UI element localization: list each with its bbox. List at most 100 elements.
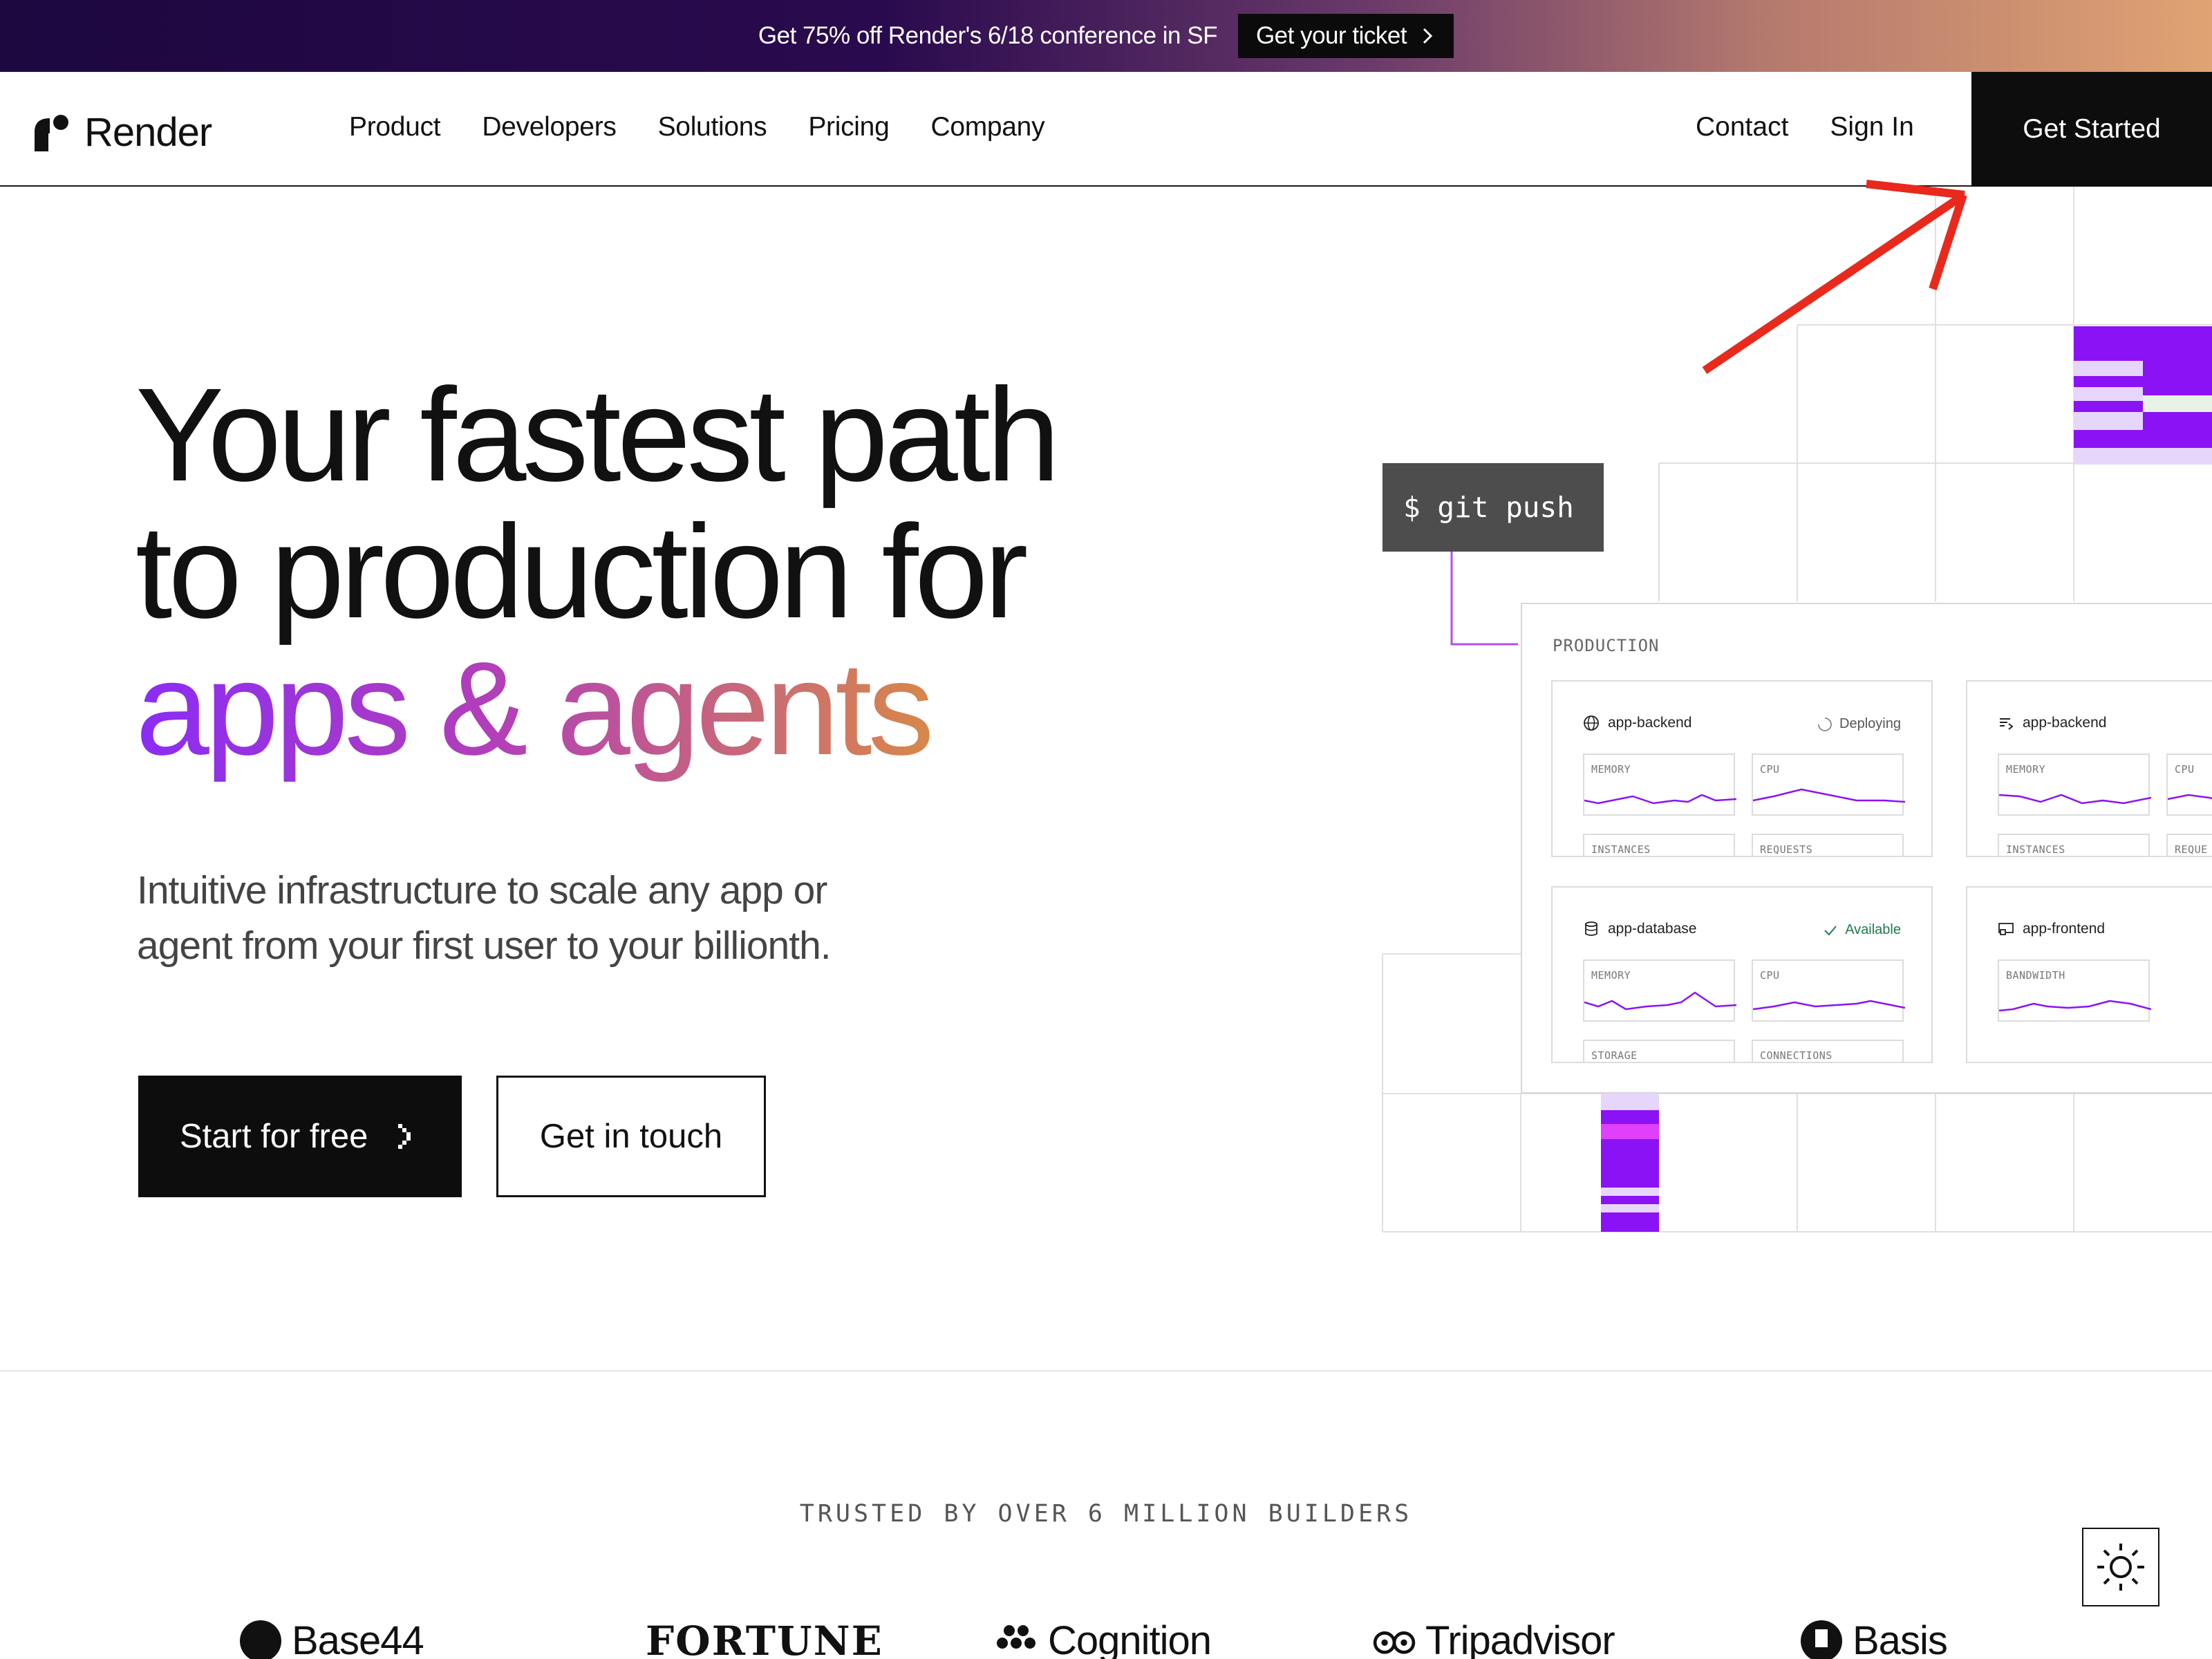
metric-label: INSTANCES: [1591, 843, 1651, 856]
chevron-right-icon: [1423, 28, 1433, 44]
deploying-status: Deploying: [1817, 716, 1901, 732]
metric-memory: MEMORY: [1583, 753, 1736, 816]
sign-in-link[interactable]: Sign In: [1830, 112, 1913, 142]
service-card[interactable]: app-frontend BANDWIDTH: [1966, 886, 2212, 1063]
metric-bandwidth: BANDWIDTH: [1998, 959, 2151, 1022]
logo-text: FORTUNE: [646, 1618, 883, 1659]
metric-label: CONNECTIONS: [1760, 1049, 1833, 1062]
nav-developers[interactable]: Developers: [482, 112, 617, 142]
hero-subtitle: Intuitive infrastructure to scale any ap…: [137, 868, 832, 968]
service-name: app-backend: [1608, 715, 1692, 731]
annotation-arrow: [1702, 180, 1967, 374]
globe-icon: [1584, 715, 1599, 731]
service-header: app-backend: [1583, 715, 1691, 731]
status-text: Available: [1845, 922, 1901, 937]
nav-pricing[interactable]: Pricing: [808, 112, 889, 142]
metric-label: CPU: [2175, 763, 2195, 776]
sparkline: [1584, 991, 1736, 1011]
banner-text: Get 75% off Render's 6/18 conference in …: [758, 22, 1218, 49]
hero-title-highlight: apps & agents: [135, 634, 935, 782]
metric-storage: STORAGE: [1583, 1040, 1735, 1062]
metric-cpu: CPU: [1752, 959, 1905, 1022]
metric-label: MEMORY: [1591, 763, 1631, 776]
git-push-command: $ git push: [1382, 463, 1604, 552]
service-header: app-database: [1583, 921, 1696, 937]
metric-requests: REQUE: [2166, 834, 2212, 856]
cognition-logo-icon: [997, 1624, 1035, 1649]
service-card[interactable]: app-backend Deploying MEMORY CPU INSTANC…: [1551, 680, 1933, 857]
sparkline: [1999, 1000, 2151, 1012]
main-nav: Product Developers Solutions Pricing Com…: [349, 112, 1045, 142]
metric-label: REQUE: [2175, 843, 2208, 856]
static-site-icon: [1998, 923, 2014, 935]
metric-instances: INSTANCES: [1583, 834, 1735, 856]
get-ticket-label: Get your ticket: [1255, 22, 1407, 49]
available-status: Available: [1823, 922, 1901, 938]
nav-company[interactable]: Company: [930, 112, 1044, 142]
logo-basis: Basis: [1800, 1618, 1948, 1659]
production-label: PRODUCTION: [1553, 636, 1660, 655]
metric-requests: REQUESTS: [1752, 834, 1904, 856]
logo-tripadvisor: Tripadvisor: [1373, 1618, 1615, 1659]
announcement-banner: Get 75% off Render's 6/18 conference in …: [0, 0, 2212, 72]
get-in-touch-button[interactable]: Get in touch: [496, 1076, 766, 1197]
connector-line: [1450, 552, 1518, 646]
tripadvisor-logo-icon: [1373, 1631, 1416, 1654]
service-card[interactable]: app-backend MEMORY CPU INSTANCES REQUE: [1966, 680, 2212, 857]
metric-label: CPU: [1760, 969, 1780, 982]
sun-icon: [2097, 1544, 2144, 1591]
metric-label: MEMORY: [1591, 969, 1631, 982]
start-for-free-button[interactable]: Start for free: [138, 1076, 462, 1197]
logo-cognition: Cognition: [995, 1618, 1212, 1659]
get-started-button[interactable]: Get Started: [1971, 72, 2212, 187]
service-name: app-backend: [2023, 715, 2107, 731]
metric-cpu: CPU: [2166, 753, 2212, 816]
section-divider: [0, 1370, 2212, 1371]
base44-logo-icon: [240, 1620, 281, 1659]
metric-connections: CONNECTIONS: [1752, 1040, 1904, 1062]
hero-title-line2: to production for: [135, 497, 1028, 646]
nav-product[interactable]: Product: [349, 112, 441, 142]
chevron-right-icon: [398, 1124, 411, 1149]
render-logo-icon: [35, 114, 68, 151]
metric-memory: MEMORY: [1583, 959, 1736, 1022]
contact-link[interactable]: Contact: [1696, 112, 1788, 142]
basis-logo-icon: [1801, 1620, 1842, 1659]
trusted-heading: TRUSTED BY OVER 6 MILLION BUILDERS: [799, 1500, 1413, 1528]
metric-memory: MEMORY: [1998, 753, 2151, 816]
service-header: app-frontend: [1998, 921, 2105, 937]
database-icon: [1585, 921, 1597, 936]
metric-label: REQUESTS: [1760, 843, 1813, 856]
purple-block-top: [2074, 326, 2212, 465]
service-name: app-database: [1608, 921, 1697, 937]
service-header: app-backend: [1998, 715, 2106, 731]
metric-label: INSTANCES: [2006, 843, 2065, 856]
metric-label: STORAGE: [1591, 1049, 1638, 1062]
customer-logos: Base44 FORTUNE Cognition Tripadvisor Bas…: [0, 1618, 2212, 1659]
sparkline: [1753, 1000, 1905, 1011]
logo-text: Basis: [1853, 1618, 1948, 1659]
metric-cpu: CPU: [1752, 753, 1905, 816]
get-ticket-button[interactable]: Get your ticket: [1237, 14, 1454, 58]
service-name: app-frontend: [2023, 921, 2106, 937]
logo-fortune: FORTUNE: [646, 1618, 883, 1659]
check-icon: [1824, 925, 1837, 935]
sparkline: [1753, 788, 1905, 803]
production-panel: PRODUCTION app-backend Deploying MEMORY …: [1521, 603, 2212, 1094]
service-card[interactable]: app-database Available MEMORY CPU STORAG…: [1551, 886, 1933, 1063]
logo-text: Base44: [292, 1618, 424, 1659]
sparkline: [1584, 794, 1736, 805]
sparkline: [1999, 794, 2151, 805]
render-logo[interactable]: Render: [35, 109, 212, 156]
metric-label: CPU: [1760, 763, 1780, 776]
theme-toggle-button[interactable]: [2082, 1528, 2159, 1606]
metric-instances: INSTANCES: [1998, 834, 2150, 856]
metric-label: BANDWIDTH: [2006, 969, 2065, 982]
logo-text: Render: [84, 110, 212, 155]
purple-block-bottom: [1601, 1094, 1659, 1232]
secondary-nav: Contact Sign In: [1696, 112, 1914, 142]
sparkline: [2168, 794, 2212, 800]
start-for-free-label: Start for free: [180, 1118, 368, 1155]
site-header: Render Product Developers Solutions Pric…: [0, 72, 2212, 187]
nav-solutions[interactable]: Solutions: [658, 112, 767, 142]
